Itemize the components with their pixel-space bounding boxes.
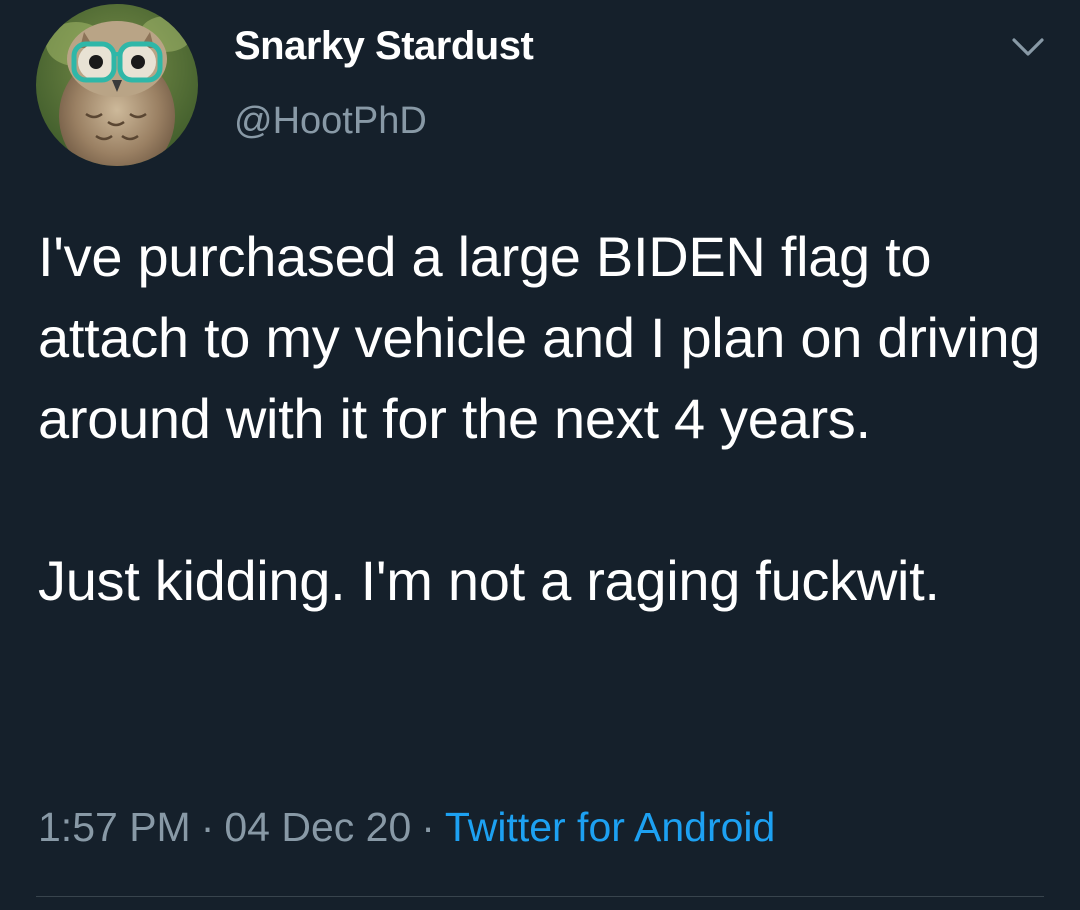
separator-dot: · [200,804,215,850]
separator-dot: · [421,804,435,850]
tweet-paragraph: I've purchased a large BIDEN flag to att… [38,225,1041,450]
chevron-down-icon [1012,38,1044,56]
tweet-date: 04 Dec 20 [224,804,412,850]
user-handle[interactable]: @HootPhD [234,100,427,143]
tweet-text: I've purchased a large BIDEN flag to att… [38,216,1048,621]
divider [36,896,1044,897]
avatar[interactable] [36,4,198,166]
tweet-source-link[interactable]: Twitter for Android [445,804,775,850]
owl-avatar-image [36,4,198,166]
tweet-time: 1:57 PM [38,804,191,850]
tweet-menu-button[interactable] [1008,32,1048,62]
tweet: Snarky Stardust @HootPhD I've purchased … [0,0,1080,910]
display-name[interactable]: Snarky Stardust [234,24,534,69]
tweet-paragraph: Just kidding. I'm not a raging fuckwit. [38,549,940,612]
tweet-metadata: 1:57 PM · 04 Dec 20 · Twitter for Android [38,804,775,851]
